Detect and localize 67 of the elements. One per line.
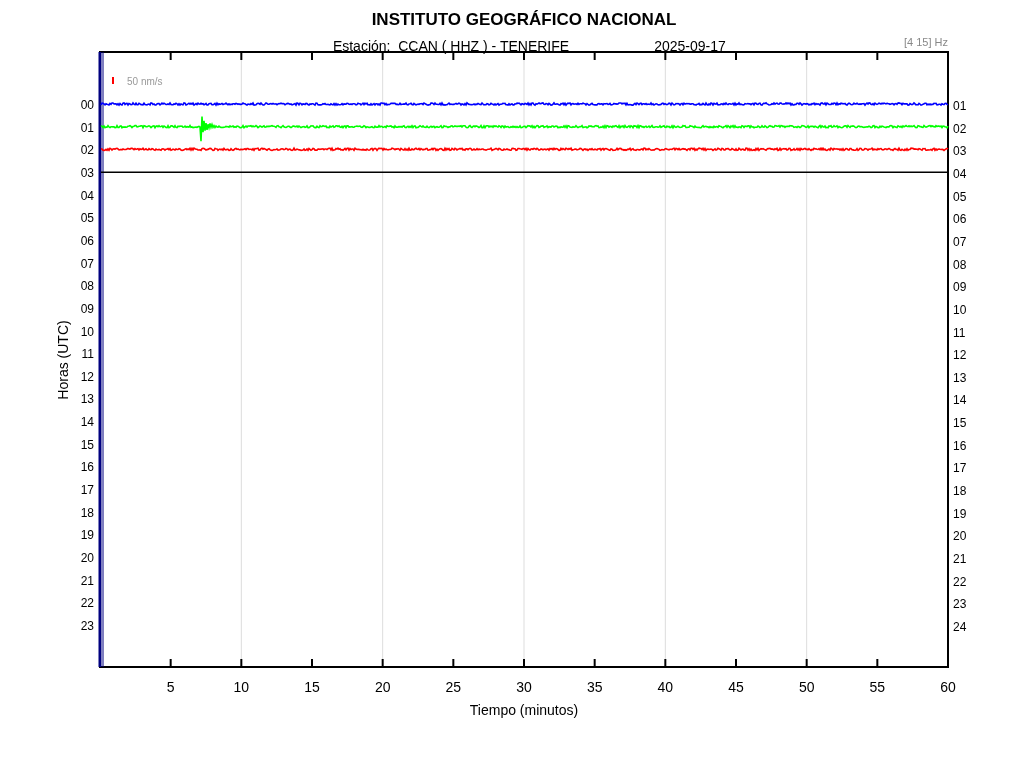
hour-label: 22 (953, 574, 967, 589)
hour-label: 14 (953, 393, 967, 408)
hour-label: 09 (80, 301, 94, 316)
scale-bar-icon (112, 77, 114, 84)
hour-label: 06 (80, 233, 94, 248)
hour-label: 05 (953, 189, 967, 204)
chart-title: INSTITUTO GEOGRÁFICO NACIONAL (371, 10, 677, 29)
hour-label: 06 (953, 212, 967, 227)
tick-label: 30 (516, 679, 532, 695)
hour-label: 01 (953, 99, 967, 113)
filter-label: [4 15] Hz (903, 36, 948, 48)
hour-label: 12 (953, 348, 967, 363)
tick-label: 60 (940, 679, 956, 695)
hour-label: 14 (80, 415, 94, 430)
hour-label: 12 (80, 369, 94, 384)
hour-label: 03 (80, 165, 94, 180)
hour-label: 16 (953, 438, 967, 453)
hour-label: 07 (953, 234, 967, 249)
hour-label: 21 (953, 552, 967, 566)
hour-label: 04 (80, 188, 94, 203)
hour-label: 17 (80, 483, 94, 498)
hour-label: 19 (953, 506, 967, 521)
hour-label: 24 (953, 619, 967, 634)
tick-label: 45 (728, 679, 744, 695)
hour-label: 05 (80, 211, 94, 226)
hour-label: 02 (80, 143, 94, 158)
scale-label: 50 nm/s (127, 76, 163, 87)
hour-label: 20 (80, 551, 94, 565)
hour-label: 10 (953, 302, 967, 317)
hour-label: 23 (80, 618, 94, 633)
hour-label: 11 (953, 325, 966, 340)
tick-label: 35 (586, 679, 603, 695)
hour-label: 21 (80, 573, 94, 588)
tick-label: 40 (657, 679, 674, 695)
hour-label: 19 (80, 528, 94, 543)
tick-label: 55 (869, 679, 886, 695)
hour-label: 16 (80, 460, 94, 475)
tick-label: 20 (374, 679, 391, 695)
hour-label: 15 (953, 416, 967, 431)
tick-label: 10 (233, 679, 250, 695)
tick-label: 50 (798, 679, 815, 695)
hour-label: 20 (953, 529, 967, 544)
hour-label: 09 (953, 280, 967, 295)
hour-label: 23 (953, 597, 967, 612)
hour-label: 18 (953, 484, 967, 499)
hour-label: 07 (80, 256, 94, 271)
tick-label: 15 (304, 679, 320, 695)
y-axis-label: Horas (UTC) (55, 320, 71, 400)
x-axis-label: Tiempo (minutos) (469, 702, 579, 718)
hour-label: 17 (953, 461, 967, 476)
hour-label: 13 (80, 392, 94, 407)
hour-label: 01 (80, 120, 94, 135)
hour-label: 18 (80, 505, 94, 520)
hour-label: 10 (80, 324, 94, 339)
tick-label: 5 (166, 679, 175, 695)
hour-label: 08 (80, 279, 94, 294)
hour-label: 02 (953, 121, 967, 136)
tick-label: 25 (445, 679, 462, 695)
hour-label: 04 (953, 166, 967, 181)
hour-label: 00 (80, 98, 94, 112)
hour-label: 22 (80, 596, 94, 611)
hour-label: 11 (81, 347, 94, 362)
date-label: 2025-09-17 (654, 38, 726, 54)
hour-label: 13 (953, 370, 967, 385)
hour-label: 15 (80, 437, 94, 452)
hour-label: 08 (953, 257, 967, 272)
hour-label: 03 (953, 144, 967, 159)
